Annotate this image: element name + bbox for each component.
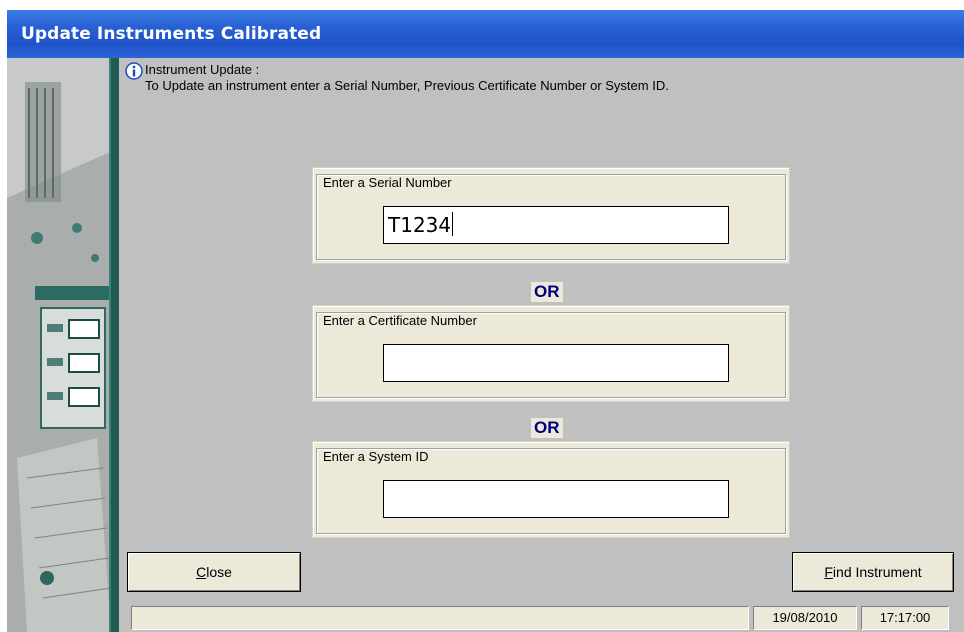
system-id-group: Enter a System ID	[312, 441, 790, 538]
status-date: 19/08/2010	[753, 606, 857, 630]
status-bar: 19/08/2010 17:17:00	[119, 604, 964, 630]
client-area: Instrument Update : To Update an instrum…	[119, 58, 964, 632]
info-text: To Update an instrument enter a Serial N…	[145, 78, 669, 93]
or-label-2: OR	[531, 418, 563, 438]
info-heading: Instrument Update :	[145, 62, 260, 77]
or-label-1: OR	[531, 282, 563, 302]
system-id-input[interactable]	[383, 480, 729, 518]
close-label: lose	[206, 564, 232, 580]
find-accel: F	[824, 564, 833, 580]
serial-number-value: T1234	[388, 213, 452, 237]
certificate-number-input[interactable]	[383, 344, 729, 382]
close-accel: C	[196, 564, 207, 580]
certificate-number-label: Enter a Certificate Number	[321, 313, 479, 328]
status-message	[131, 606, 749, 630]
info-icon	[125, 62, 143, 80]
find-instrument-button[interactable]: Find Instrument	[792, 552, 954, 592]
dialog-window: Update Instruments Calibrated Instrument…	[7, 10, 964, 632]
title-bar[interactable]: Update Instruments Calibrated	[7, 10, 964, 58]
status-time: 17:17:00	[861, 606, 949, 630]
text-cursor	[452, 212, 454, 236]
serial-number-group: Enter a Serial Number T1234	[312, 167, 790, 264]
find-label: ind Instrument	[832, 564, 922, 580]
serial-number-input[interactable]: T1234	[383, 206, 729, 244]
close-button[interactable]: Close	[127, 552, 301, 592]
certificate-number-group: Enter a Certificate Number	[312, 305, 790, 402]
window-title: Update Instruments Calibrated	[21, 24, 322, 44]
system-id-label: Enter a System ID	[321, 449, 431, 464]
serial-number-label: Enter a Serial Number	[321, 175, 454, 190]
instrument-panel-art	[7, 58, 119, 632]
